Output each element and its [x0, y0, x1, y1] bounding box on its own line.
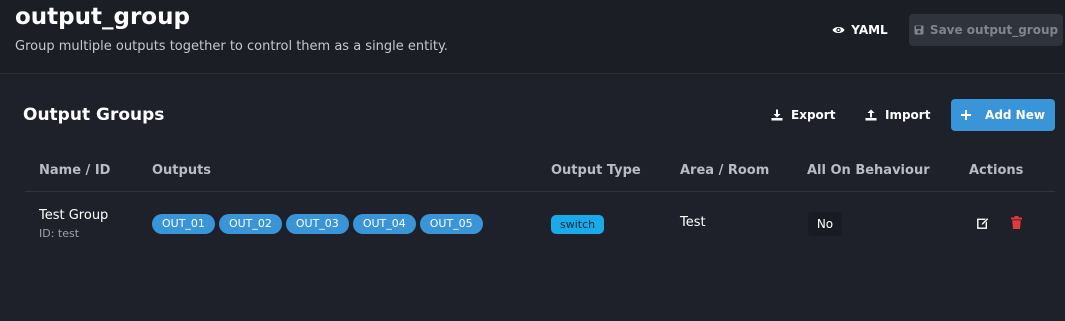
save-label: Save output_group	[929, 23, 1059, 37]
page-header: output_group Group multiple outputs toge…	[0, 0, 1065, 74]
table-header: Name / ID Outputs Output Type Area / Roo…	[25, 150, 1055, 192]
yaml-button[interactable]: YAML	[826, 15, 894, 45]
group-name: Test Group	[39, 208, 109, 223]
output-chip: OUT_03	[285, 214, 349, 234]
import-button[interactable]: Import	[865, 100, 930, 130]
floppy-icon	[914, 25, 924, 35]
yaml-label: YAML	[851, 23, 888, 37]
page-title: output_group	[15, 4, 190, 30]
table-row: Test Group ID: test OUT_01 OUT_02 OUT_03…	[25, 193, 1055, 257]
all-on-behaviour-value: No	[808, 212, 842, 236]
download-icon	[771, 109, 783, 121]
page-subtitle: Group multiple outputs together to contr…	[15, 39, 448, 54]
output-chip: OUT_02	[218, 214, 282, 234]
card-title: Output Groups	[23, 105, 165, 125]
group-id: ID: test	[39, 227, 80, 240]
column-header-area: Area / Room	[680, 163, 770, 178]
export-label: Export	[791, 108, 836, 122]
column-header-actions: Actions	[969, 163, 1024, 178]
area-value: Test	[680, 215, 706, 230]
column-header-output-type: Output Type	[551, 163, 641, 178]
output-chip: OUT_04	[352, 214, 416, 234]
output-type-badge: switch	[551, 215, 605, 234]
add-new-label: Add New	[985, 108, 1045, 122]
add-new-button[interactable]: Add New	[951, 99, 1055, 131]
column-header-all-on-behaviour: All On Behaviour	[807, 163, 930, 178]
save-button[interactable]: Save output_group	[909, 14, 1063, 46]
plus-icon	[961, 110, 972, 120]
output-chip: OUT_05	[419, 214, 483, 234]
trash-icon[interactable]	[1011, 216, 1022, 229]
export-button[interactable]: Export	[771, 100, 835, 130]
import-label: Import	[885, 108, 931, 122]
outputs-list: OUT_01 OUT_02 OUT_03 OUT_04 OUT_05	[152, 214, 483, 234]
upload-icon	[865, 109, 877, 121]
column-header-outputs: Outputs	[152, 163, 212, 178]
edit-icon[interactable]	[977, 217, 989, 229]
output-chip: OUT_01	[152, 214, 215, 234]
output-groups-card: Output Groups Export Import Add New Name…	[0, 75, 1065, 321]
column-header-name: Name / ID	[39, 163, 111, 178]
eye-icon	[832, 27, 845, 33]
